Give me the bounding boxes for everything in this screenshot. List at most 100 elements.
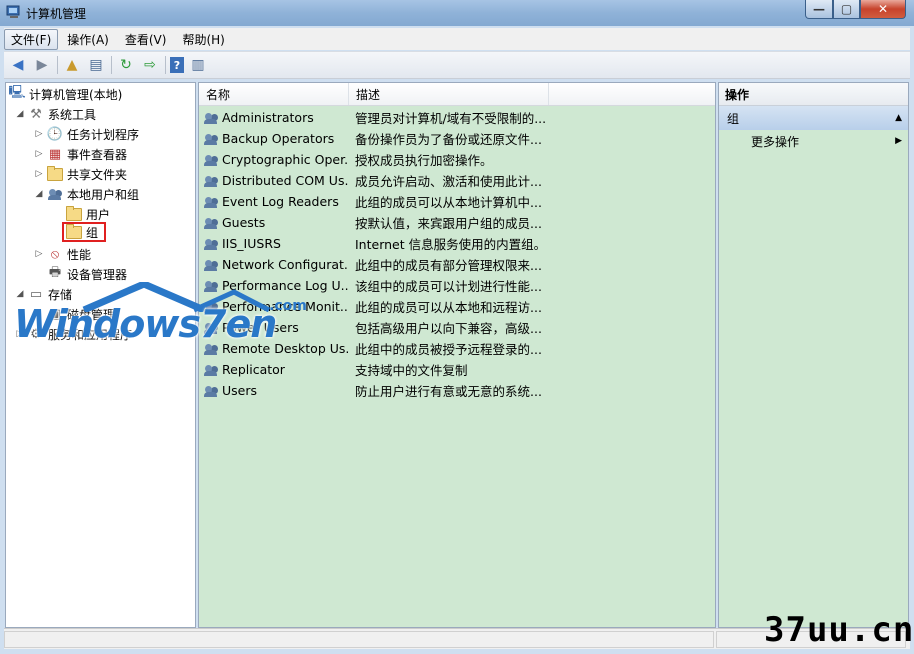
group-icon — [204, 258, 219, 272]
status-segment — [4, 631, 714, 648]
group-description: 支持域中的文件复制 — [355, 363, 468, 378]
expand-arrow-icon[interactable]: ▷ — [34, 169, 44, 179]
menu-view[interactable]: 查看(V) — [118, 29, 174, 50]
list-item[interactable]: Backup Operators 备份操作员为了备份或还原文件... — [199, 128, 715, 149]
expand-arrow-icon[interactable]: ▷ — [34, 129, 44, 139]
more-actions-label: 更多操作 — [751, 134, 800, 149]
computer-management-icon — [6, 5, 20, 18]
title-bar[interactable]: 计算机管理 — ▢ ✕ — [0, 0, 914, 26]
column-name[interactable]: 名称 — [199, 83, 349, 105]
expand-arrow-icon[interactable]: ▷ — [34, 249, 44, 259]
group-icon — [204, 363, 219, 377]
tree-item-local-users-groups[interactable]: ◢ 本地用户和组 — [34, 185, 139, 203]
group-description: 成员允许启动、激活和使用此计... — [355, 174, 542, 189]
collapse-arrow-icon[interactable]: ◢ — [15, 109, 25, 119]
menu-action[interactable]: 操作(A) — [60, 29, 116, 50]
group-name: Backup Operators — [222, 131, 335, 146]
toolbar: ◀ ▶ ▲ ▤ ↻ ⇨ ? ▥ — [4, 51, 910, 79]
list-item[interactable]: Distributed COM Us... 成员允许启动、激活和使用此计... — [199, 170, 715, 191]
group-name-cell: Distributed COM Us... — [199, 173, 349, 188]
collapse-arrow-icon[interactable]: ◢ — [34, 189, 44, 199]
group-name: Distributed COM Us... — [222, 173, 349, 188]
group-name-cell: Guests — [199, 215, 349, 230]
group-description: 按默认值，来宾跟用户组的成员... — [355, 216, 542, 231]
tree-item-event-viewer[interactable]: ▷ ▦ 事件查看器 — [34, 145, 127, 163]
watermark-text: Windows7en — [14, 302, 277, 346]
tree-item-system-tools[interactable]: ◢ ⚒ 系统工具 — [15, 105, 96, 123]
refresh-icon[interactable]: ↻ — [116, 55, 136, 75]
tree-label: 任务计划程序 — [67, 127, 140, 142]
more-actions-item[interactable]: 更多操作 ▶ — [719, 130, 908, 152]
help-icon[interactable]: ? — [170, 57, 184, 73]
group-name: Replicator — [222, 362, 285, 377]
folder-icon — [66, 223, 82, 240]
group-description: Internet 信息服务使用的内置组。 — [355, 237, 545, 252]
maximize-button[interactable]: ▢ — [833, 0, 860, 19]
export-list-icon[interactable]: ⇨ — [140, 55, 160, 75]
list-item[interactable]: Guests 按默认值，来宾跟用户组的成员... — [199, 212, 715, 233]
list-item[interactable]: Users 防止用户进行有意或无意的系统... — [199, 380, 715, 401]
menu-file[interactable]: 文件(F) — [4, 28, 59, 50]
list-item[interactable]: Cryptographic Oper... 授权成员执行加密操作。 — [199, 149, 715, 170]
close-button[interactable]: ✕ — [860, 0, 906, 19]
group-name-cell: IIS_IUSRS — [199, 236, 349, 251]
navigation-tree: 🖳 计算机管理(本地) ◢ ⚒ 系统工具 ▷ 🕒 任务计划程序 ▷ ▦ 事件查看… — [5, 82, 196, 628]
group-description: 此组中的成员有部分管理权限来... — [355, 258, 542, 273]
group-icon — [204, 237, 219, 251]
tree-item-users[interactable]: 用户 — [66, 205, 110, 223]
tree-item-shared-folders[interactable]: ▷ 共享文件夹 — [34, 165, 127, 183]
tree-label: 性能 — [67, 247, 92, 262]
group-description: 此组中的成员被授予远程登录的... — [355, 342, 542, 357]
expand-arrow-icon[interactable]: ▷ — [34, 149, 44, 159]
tree-item-performance[interactable]: ▷ ⦸ 性能 — [34, 245, 91, 263]
group-description: 此组的成员可以从本地和远程访... — [355, 300, 542, 315]
toolbar-separator — [165, 56, 166, 74]
group-name-cell: Network Configurat... — [199, 257, 349, 272]
group-name-cell: Replicator — [199, 362, 349, 377]
tree-item-device-manager[interactable]: 🖶 设备管理器 — [47, 265, 127, 283]
tree-label: 用户 — [86, 207, 111, 222]
back-icon[interactable]: ◀ — [8, 55, 28, 75]
group-icon — [204, 195, 219, 209]
computer-icon: 🖳 — [8, 85, 26, 100]
column-description[interactable]: 描述 — [349, 83, 549, 105]
list-item[interactable]: IIS_IUSRS Internet 信息服务使用的内置组。 — [199, 233, 715, 254]
group-icon — [204, 384, 219, 398]
list-item[interactable]: Replicator 支持域中的文件复制 — [199, 359, 715, 380]
groups-list: 名称 描述 Administrators 管理员对计算机/域有不受限制的... Ba… — [198, 82, 716, 628]
tree-label: 系统工具 — [48, 107, 97, 122]
tree-item-groups[interactable]: 组 — [62, 222, 107, 242]
menu-help[interactable]: 帮助(H) — [175, 29, 231, 50]
forward-icon[interactable]: ▶ — [32, 55, 52, 75]
window-controls: — ▢ ✕ — [805, 0, 906, 20]
tree-label: 计算机管理(本地) — [29, 87, 123, 102]
window-title: 计算机管理 — [26, 7, 87, 21]
group-description: 此组的成员可以从本地计算机中... — [355, 195, 542, 210]
show-tree-icon[interactable]: ▤ — [86, 55, 106, 75]
menu-bar: 文件(F) 操作(A) 查看(V) 帮助(H) — [4, 28, 910, 50]
tree-label: 组 — [86, 225, 99, 240]
group-icon — [204, 174, 219, 188]
group-name-cell: Backup Operators — [199, 131, 349, 146]
tree-item-computer-management[interactable]: 🖳 计算机管理(本地) — [8, 85, 123, 103]
group-description: 管理员对计算机/域有不受限制的... — [355, 111, 545, 126]
collapse-up-icon[interactable]: ▲ — [895, 113, 902, 123]
list-item[interactable]: Administrators 管理员对计算机/域有不受限制的... — [199, 107, 715, 128]
performance-icon: ⦸ — [50, 246, 60, 262]
actions-section-groups[interactable]: 组 ▲ — [719, 106, 908, 130]
group-description: 该组中的成员可以计划进行性能... — [355, 279, 542, 294]
group-description: 防止用户进行有意或无意的系统... — [355, 384, 542, 399]
list-item[interactable]: Network Configurat... 此组中的成员有部分管理权限来... — [199, 254, 715, 275]
list-item[interactable]: Event Log Readers 此组的成员可以从本地计算机中... — [199, 191, 715, 212]
group-name: Cryptographic Oper... — [222, 152, 349, 167]
group-name: Administrators — [222, 110, 314, 125]
tools-icon: ⚒ — [30, 106, 42, 122]
group-description: 授权成员执行加密操作。 — [355, 153, 493, 168]
tree-item-task-scheduler[interactable]: ▷ 🕒 任务计划程序 — [34, 125, 139, 143]
minimize-button[interactable]: — — [805, 0, 833, 19]
show-action-pane-icon[interactable]: ▥ — [188, 55, 208, 75]
up-folder-icon[interactable]: ▲ — [62, 55, 82, 75]
actions-section-label: 组 — [727, 111, 740, 126]
group-name: Users — [222, 383, 258, 398]
actions-pane: 操作 组 ▲ 更多操作 ▶ — [718, 82, 909, 628]
